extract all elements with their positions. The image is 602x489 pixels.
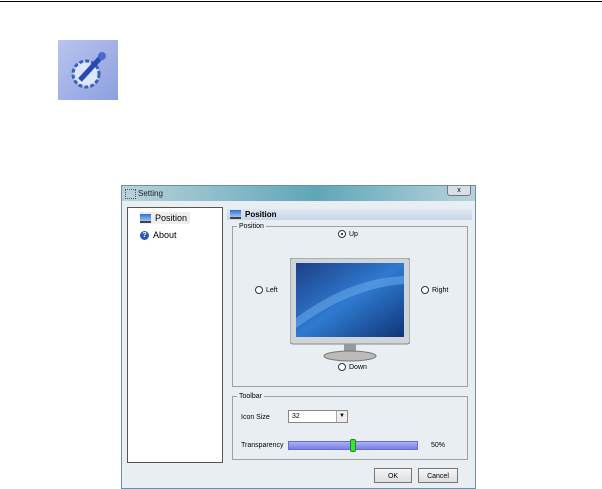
radio-down[interactable]: Down xyxy=(338,363,367,371)
position-panel: Position Position Up Left Right Down Too… xyxy=(227,209,472,463)
group-legend: Position xyxy=(239,223,264,230)
sidebar: Position ? About xyxy=(127,207,223,463)
settings-wrench-gear-icon xyxy=(58,40,118,100)
radio-up[interactable]: Up xyxy=(338,230,358,238)
icon-size-label: Icon Size xyxy=(241,414,270,421)
radio-button[interactable] xyxy=(338,363,346,371)
panel-title: Position xyxy=(245,210,277,219)
toolbar-group: Toolbar Icon Size 32 ▼ Transparency 50% xyxy=(232,393,468,460)
radio-label: Down xyxy=(349,363,367,371)
sidebar-item-label: About xyxy=(153,230,177,240)
select-value: 32 xyxy=(292,413,300,420)
transparency-label: Transparency xyxy=(241,442,284,449)
radio-right[interactable]: Right xyxy=(421,286,448,294)
sidebar-item-about[interactable]: ? About xyxy=(140,229,177,241)
slider-thumb[interactable] xyxy=(350,439,356,452)
radio-label: Left xyxy=(266,286,278,294)
title-bar: Setting x xyxy=(122,186,475,201)
radio-button[interactable] xyxy=(421,286,429,294)
app-icon xyxy=(125,189,136,199)
sidebar-item-position[interactable]: Position xyxy=(140,212,191,224)
icon-size-select[interactable]: 32 ▼ xyxy=(288,410,348,423)
panel-header: Position xyxy=(227,209,472,220)
radio-label: Right xyxy=(432,286,449,294)
radio-label: Up xyxy=(349,230,358,238)
help-icon: ? xyxy=(140,230,149,240)
cancel-button[interactable]: Cancel xyxy=(418,468,458,483)
monitor-icon xyxy=(230,210,241,219)
close-button[interactable]: x xyxy=(447,186,471,196)
settings-dialog: Setting x Position ? About Position Posi… xyxy=(121,185,476,489)
divider-line xyxy=(0,1,602,2)
transparency-value: 50% xyxy=(431,442,446,449)
chevron-down-icon[interactable]: ▼ xyxy=(336,411,347,422)
monitor-preview-image xyxy=(290,258,410,362)
position-group: Position Up Left Right Down xyxy=(232,223,468,387)
ok-button[interactable]: OK xyxy=(374,468,412,483)
transparency-slider[interactable] xyxy=(288,439,418,452)
monitor-icon xyxy=(140,213,151,223)
radio-left[interactable]: Left xyxy=(255,286,278,294)
radio-button[interactable] xyxy=(338,230,346,238)
sidebar-item-label: Position xyxy=(155,213,188,223)
dialog-title: Setting xyxy=(138,189,163,198)
radio-button[interactable] xyxy=(255,286,263,294)
group-legend: Toolbar xyxy=(239,393,262,400)
